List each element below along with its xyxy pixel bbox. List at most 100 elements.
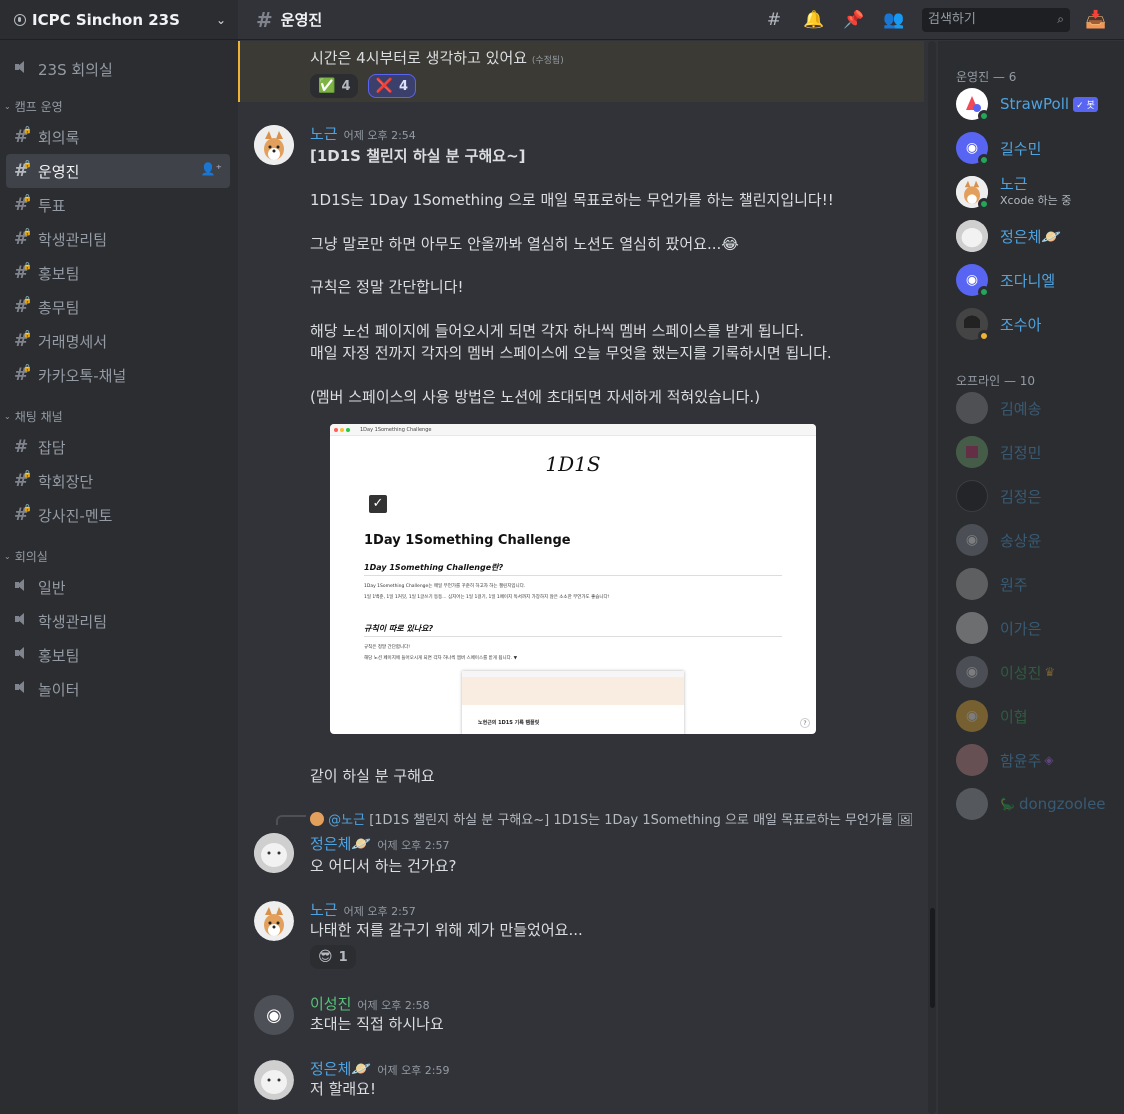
channel-admin[interactable]: # 🔒 총무팀: [6, 290, 230, 324]
voice-channel-playground[interactable]: 놀이터: [6, 672, 230, 706]
avatar-discord-default[interactable]: ◉: [254, 995, 294, 1035]
member-kimjeongeun[interactable]: 김정은: [956, 476, 1041, 516]
channel-mentors[interactable]: # 🔒 강사진-멘토: [6, 498, 230, 532]
channel-invoices[interactable]: # 🔒 거래명세서: [6, 324, 230, 358]
author-name[interactable]: 노근: [310, 125, 338, 143]
pin-icon[interactable]: 📌: [842, 8, 866, 32]
channel-leaders[interactable]: # 🔒 학회장단: [6, 464, 230, 498]
chevron-down-icon[interactable]: ⌄: [216, 13, 226, 27]
member-iseongjin[interactable]: ◉ 이성진 ♛: [956, 652, 1055, 692]
member-list: 운영진 — 6 StrawPoll ✓ 봇 ◉ 길수민 노근 Xcode 하는 중…: [938, 41, 1124, 1114]
category-camp[interactable]: ⌄ 캠프 운영: [0, 92, 238, 120]
member-songsangyun[interactable]: ◉ 송상윤: [956, 520, 1041, 560]
search-icon: ⌕: [1057, 12, 1064, 26]
avatar-dog[interactable]: [254, 125, 294, 165]
dinosaur-icon: 🦕: [1000, 797, 1015, 811]
search-box[interactable]: ⌕: [922, 7, 1070, 32]
channel-meeting-notes[interactable]: # 🔒 회의록: [6, 120, 230, 154]
avatar-dog[interactable]: [254, 901, 294, 941]
avatar-cat[interactable]: [254, 1060, 294, 1100]
channel-header: # 운영진 # 🔔 📌 👥 ⌕ 📥: [238, 0, 1124, 40]
member-name: StrawPoll: [1000, 95, 1070, 113]
member-kimyesong[interactable]: 김예송: [956, 388, 1041, 428]
section-heading: 1Day 1Something Challenge란?: [364, 563, 504, 572]
member-kimjeongmin[interactable]: 김정민: [956, 432, 1041, 472]
cross-icon: ❌: [375, 78, 394, 94]
reaction-cool[interactable]: 😎 1: [310, 945, 356, 969]
edited-label: (수정됨): [531, 56, 564, 66]
timestamp: 어제 오후 2:57: [343, 905, 416, 918]
member-list-icon[interactable]: 👥: [882, 8, 906, 32]
paragraph: 규칙은 정말 간단합니다!: [364, 645, 411, 650]
paragraph: 1Day 1Something Challenge는 매일 무언가를 꾸준히 하…: [364, 584, 526, 589]
channel-sidebar: ICPC Sinchon 23S ⌄ 23S 회의실 ⌄ 캠프 운영 # 🔒 회의록 …: [0, 0, 238, 1114]
maximize-dot-icon: [346, 427, 350, 432]
avatar: [956, 480, 988, 512]
author-name[interactable]: 정은체: [310, 835, 351, 853]
member-name: dongzoolee: [1018, 795, 1106, 813]
reply-mention[interactable]: @노근: [328, 813, 365, 828]
member-igaeun[interactable]: 이가은: [956, 608, 1041, 648]
author-name[interactable]: 노근: [310, 901, 338, 919]
member-wonju[interactable]: 원주: [956, 564, 1028, 604]
member-strawpoll[interactable]: StrawPoll ✓ 봇: [956, 84, 1098, 124]
reply-preview[interactable]: @노근 [1D1S 챌린지 하실 분 구해요~] 1D1S는 1Day 1Som…: [310, 809, 914, 828]
channel-student-mgmt[interactable]: # 🔒 학생관리팀: [6, 222, 230, 256]
member-gilsumin[interactable]: ◉ 길수민: [956, 128, 1041, 168]
invite-member-icon[interactable]: 👤⁺: [201, 162, 222, 176]
author-name[interactable]: 이성진: [310, 995, 351, 1013]
member-name: 김정민: [1000, 443, 1042, 462]
reaction-cross[interactable]: ❌ 4: [367, 74, 417, 98]
member-dongzoolee[interactable]: 🦕 dongzoolee: [956, 784, 1106, 824]
channel-label: 운영진: [38, 162, 80, 181]
voice-channel-general[interactable]: 일반: [6, 570, 230, 604]
discord-logo-icon: ◉: [965, 664, 979, 680]
discord-logo-icon: ◉: [965, 708, 979, 724]
member-jeongeunche[interactable]: 정은체 🪐: [956, 216, 1061, 256]
channel-pr[interactable]: # 🔒 홍보팀: [6, 256, 230, 290]
message: ◉ 이성진 어제 오후 2:58 초대는 직접 하시나요: [238, 993, 924, 1043]
image-attachment[interactable]: 1Day 1Something Challenge 1D1S ✓ 1Day 1S…: [330, 424, 816, 734]
member-hamyunju[interactable]: 함윤주 ◈: [956, 740, 1054, 780]
channel-chitchat[interactable]: # 잡담: [6, 430, 230, 464]
member-jodaniel[interactable]: ◉ 조다니엘: [956, 260, 1055, 300]
message-content: 시간은 4시부터로 생각하고 있어요: [310, 49, 528, 67]
message-reply: @노근 [1D1S 챌린지 하실 분 구해요~] 1D1S는 1Day 1Som…: [238, 805, 924, 875]
avatar: [956, 436, 988, 468]
member-ihyeop[interactable]: ◉ 이협: [956, 696, 1028, 736]
channel-label: 학생관리팀: [38, 612, 108, 631]
category-chat[interactable]: ⌄ 채팅 채널: [0, 402, 238, 430]
channel-label: 학생관리팀: [38, 230, 108, 249]
member-nogeun[interactable]: 노근 Xcode 하는 중: [956, 172, 1071, 212]
inbox-icon[interactable]: 📥: [1084, 8, 1108, 32]
avatar: ◉: [956, 700, 988, 732]
voice-channel-pr[interactable]: 홍보팀: [6, 638, 230, 672]
threads-icon[interactable]: #: [762, 8, 786, 32]
channel-vote[interactable]: # 🔒 투표: [6, 188, 230, 222]
check-icon: ✅: [318, 78, 336, 94]
message-text: 시간은 4시부터로 생각하고 있어요 (수정됨): [310, 47, 564, 72]
avatar-cat[interactable]: [254, 833, 294, 873]
reply-text: [1D1S 챌린지 하실 분 구해요~] 1D1S는 1Day 1Somethi…: [369, 813, 893, 828]
member-josua[interactable]: 조수아: [956, 304, 1041, 344]
reaction-check[interactable]: ✅ 4: [310, 74, 359, 98]
member-name: 원주: [1000, 575, 1028, 594]
speaker-icon: [14, 611, 38, 631]
discord-logo-icon: ◉: [965, 140, 979, 156]
channel-staff[interactable]: # 🔒 운영진 👤⁺: [6, 154, 230, 188]
message-line: 1D1S는 1Day 1Something 으로 매일 목표로하는 무언가를 하…: [310, 191, 834, 209]
author-name[interactable]: 정은체: [310, 1060, 351, 1078]
message-line-emoji: 그냥 말로만 하면 아무도 안올까봐 열심히 노션도 열심히 팠어요...😂: [310, 233, 739, 255]
guild-header[interactable]: ICPC Sinchon 23S ⌄: [0, 0, 238, 40]
category-meeting-rooms[interactable]: ⌄ 회의실: [0, 542, 238, 570]
search-input[interactable]: [928, 12, 1058, 27]
avatar: [956, 88, 990, 122]
voice-channel-23s[interactable]: 23S 회의실: [6, 52, 230, 86]
hash-icon: #: [14, 437, 29, 457]
bell-icon[interactable]: 🔔: [802, 8, 826, 32]
channel-label: 강사진-멘토: [38, 506, 113, 525]
crown-icon: ♛: [1044, 665, 1056, 679]
voice-channel-student-mgmt[interactable]: 학생관리팀: [6, 604, 230, 638]
chat-scrollbar-thumb[interactable]: [930, 908, 935, 1008]
channel-kakao[interactable]: # 🔒 카카오톡-채널: [6, 358, 230, 392]
